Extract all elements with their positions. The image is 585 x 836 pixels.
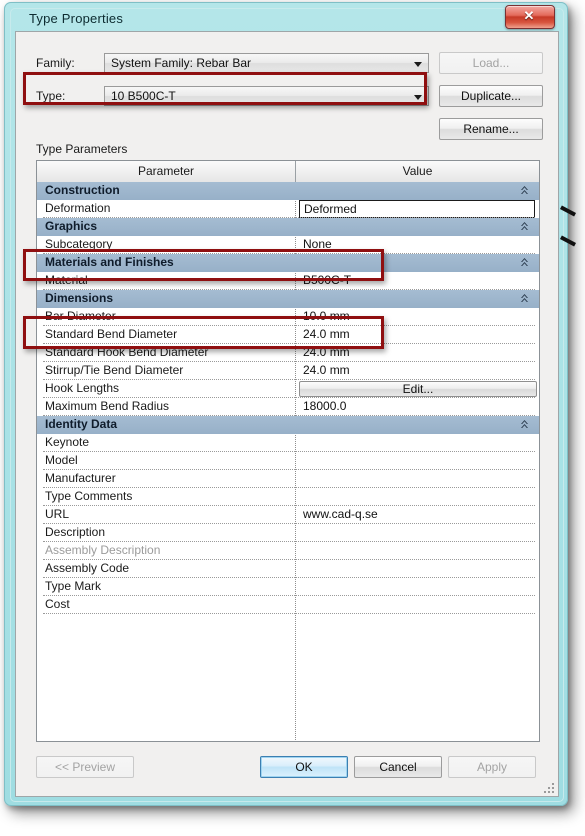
section-title: Graphics	[45, 219, 98, 233]
parameter-name: Stirrup/Tie Bend Diameter	[45, 363, 184, 377]
cancel-button[interactable]: Cancel	[354, 756, 442, 778]
parameter-name: Deformation	[45, 201, 111, 215]
section-header-row[interactable]: Dimensions	[37, 290, 539, 308]
chevron-down-icon	[414, 62, 422, 67]
table-row[interactable]: Cost	[37, 596, 539, 614]
apply-button[interactable]: Apply	[448, 756, 536, 778]
parameter-name: Assembly Code	[45, 561, 130, 575]
load-button[interactable]: Load...	[439, 52, 543, 74]
parameter-name: Keynote	[45, 435, 90, 449]
parameter-value: B500C-T	[303, 273, 352, 287]
chevron-down-icon	[414, 95, 422, 100]
type-properties-dialog: Type Properties ✕ Family: System Family:…	[4, 2, 568, 806]
table-row[interactable]: Assembly Description	[37, 542, 539, 560]
type-dropdown[interactable]: 10 B500C-T	[104, 86, 429, 106]
family-dropdown[interactable]: System Family: Rebar Bar	[104, 53, 429, 73]
section-header-row[interactable]: Construction	[37, 182, 539, 200]
section-header-row[interactable]: Graphics	[37, 218, 539, 236]
rename-button[interactable]: Rename...	[439, 118, 543, 140]
section-title: Materials and Finishes	[45, 255, 174, 269]
dialog-footer: << Preview OK Cancel Apply	[16, 744, 558, 796]
close-icon: ✕	[523, 8, 535, 23]
parameter-name: Maximum Bend Radius	[45, 399, 170, 413]
close-button[interactable]: ✕	[505, 5, 555, 29]
parameter-name: Bar Diameter	[45, 309, 116, 323]
table-row[interactable]: Keynote	[37, 434, 539, 452]
parameter-value: Deformed	[304, 202, 357, 216]
chevron-double-up-icon[interactable]	[519, 418, 531, 432]
section-title: Construction	[45, 183, 120, 197]
parameter-name: Description	[45, 525, 106, 539]
parameter-name: Subcategory	[45, 237, 113, 251]
row-separator	[43, 613, 535, 614]
duplicate-button[interactable]: Duplicate...	[439, 85, 543, 107]
resize-grip[interactable]	[543, 782, 555, 794]
table-row[interactable]: Type Comments	[37, 488, 539, 506]
parameter-value: 18000.0	[303, 399, 347, 413]
preview-button[interactable]: << Preview	[36, 756, 134, 778]
parameter-value: 24.0 mm	[303, 345, 350, 359]
parameter-name: Assembly Description	[45, 543, 161, 557]
parameter-name: Standard Bend Diameter	[45, 327, 178, 341]
table-row[interactable]: Standard Bend Diameter 24.0 mm	[37, 326, 539, 344]
table-row[interactable]: Stirrup/Tie Bend Diameter 24.0 mm	[37, 362, 539, 380]
table-row[interactable]: Deformation Deformed	[37, 200, 539, 218]
parameter-name: Manufacturer	[45, 471, 116, 485]
edit-button[interactable]: Edit...	[299, 381, 537, 397]
parameter-name: Model	[45, 453, 78, 467]
parameter-value: www.cad-q.se	[303, 507, 378, 521]
table-row[interactable]: Standard Hook Bend Diameter 24.0 mm	[37, 344, 539, 362]
column-header-value: Value	[402, 164, 433, 178]
parameter-value: 10.0 mm	[303, 309, 350, 323]
parameter-value: 24.0 mm	[303, 363, 350, 377]
section-title: Dimensions	[45, 291, 114, 305]
section-header-row[interactable]: Materials and Finishes	[37, 254, 539, 272]
table-header-row: Parameter Value	[37, 161, 539, 183]
type-value: 10 B500C-T	[111, 89, 176, 103]
parameter-name: URL	[45, 507, 70, 521]
chevron-double-up-icon[interactable]	[519, 256, 531, 270]
chevron-double-up-icon[interactable]	[519, 184, 531, 198]
chevron-double-up-icon[interactable]	[519, 292, 531, 306]
parameter-value-field[interactable]: Deformed	[299, 200, 535, 218]
parameter-name: Material	[45, 273, 88, 287]
parameter-name: Standard Hook Bend Diameter	[45, 345, 209, 359]
section-header-row[interactable]: Identity Data	[37, 416, 539, 434]
type-parameters-table: Parameter Value Construction Deformation D…	[36, 160, 540, 742]
ok-button[interactable]: OK	[260, 756, 348, 778]
table-row[interactable]: Description	[37, 524, 539, 542]
type-label: Type:	[36, 89, 66, 103]
family-value: System Family: Rebar Bar	[111, 56, 252, 70]
parameter-name: Type Mark	[45, 579, 102, 593]
table-row[interactable]: Bar Diameter 10.0 mm	[37, 308, 539, 326]
dialog-client-area: Family: System Family: Rebar Bar Type: 1…	[15, 31, 559, 797]
table-row[interactable]: Model	[37, 452, 539, 470]
parameter-value: None	[303, 237, 332, 251]
parameter-name: Hook Lengths	[45, 381, 120, 395]
table-row[interactable]: Material B500C-T	[37, 272, 539, 290]
table-row[interactable]: Subcategory None	[37, 236, 539, 254]
parameter-name: Type Comments	[45, 489, 133, 503]
family-label: Family:	[36, 56, 75, 70]
column-header-parameter: Parameter	[137, 164, 195, 178]
table-row[interactable]: URL www.cad-q.se	[37, 506, 539, 524]
table-row[interactable]: Type Mark	[37, 578, 539, 596]
type-parameters-caption: Type Parameters	[36, 142, 128, 156]
table-row[interactable]: Hook Lengths Edit...	[37, 380, 539, 398]
window-title: Type Properties	[29, 11, 124, 26]
chevron-double-up-icon[interactable]	[519, 220, 531, 234]
table-row[interactable]: Maximum Bend Radius 18000.0	[37, 398, 539, 416]
section-title: Identity Data	[45, 417, 118, 431]
table-row[interactable]: Assembly Code	[37, 560, 539, 578]
parameter-name: Cost	[45, 597, 70, 611]
parameter-value: 24.0 mm	[303, 327, 350, 341]
table-row[interactable]: Manufacturer	[37, 470, 539, 488]
